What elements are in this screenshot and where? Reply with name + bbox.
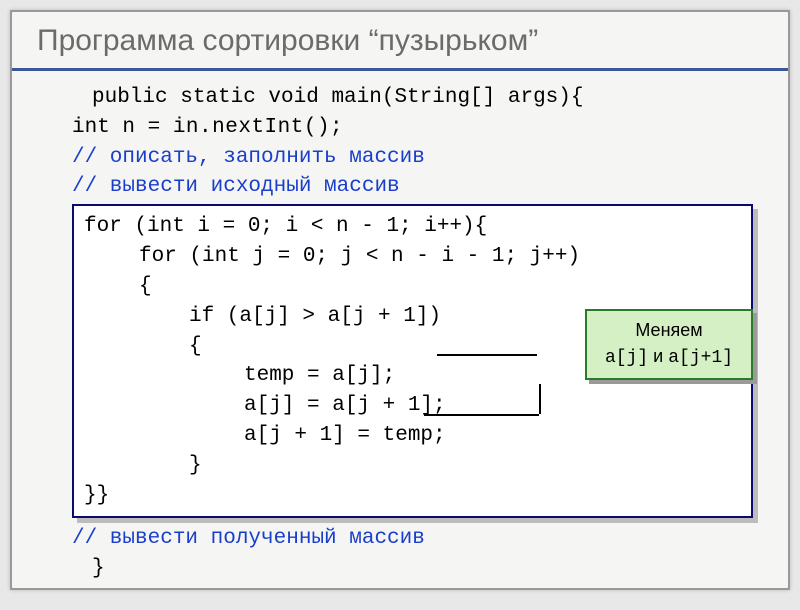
code-line: { — [84, 272, 741, 302]
highlighted-code-box: for (int i = 0; i < n - 1; i++){ for (in… — [72, 204, 753, 518]
slide-title: Программа сортировки “пузырьком” — [37, 24, 768, 58]
code-line: }} — [84, 481, 741, 511]
code-line: } — [84, 451, 741, 481]
callout-code: a[j+1] — [668, 348, 733, 368]
callout-pointer-line — [424, 414, 539, 416]
callout-line: a[j] и a[j+1] — [589, 344, 749, 372]
code-line: } — [42, 554, 768, 584]
code-line: a[j] = a[j + 1]; — [84, 391, 741, 421]
callout-code: a[j] — [605, 348, 648, 368]
code-text: int n = — [72, 116, 173, 139]
code-text: in.nextInt(); — [173, 116, 343, 139]
code-line: for (int i = 0; i < n - 1; i++){ — [84, 212, 741, 242]
code-line: public static void main(String[] args){ — [42, 83, 768, 113]
code-comment: // описать, заполнить массив — [42, 143, 768, 173]
title-bar: Программа сортировки “пузырьком” — [12, 12, 788, 71]
callout-line: Меняем — [589, 318, 749, 344]
content-area: public static void main(String[] args){ … — [12, 71, 788, 584]
callout-text: и — [648, 346, 668, 366]
code-line: a[j + 1] = temp; — [84, 421, 741, 451]
code-comment: // вывести полученный массив — [42, 524, 768, 554]
slide: Программа сортировки “пузырьком” public … — [10, 10, 790, 590]
code-line: int n = in.nextInt(); — [42, 113, 768, 143]
code-listing: public static void main(String[] args){ … — [42, 83, 768, 584]
code-comment: // вывести исходный массив — [42, 172, 768, 202]
code-line: for (int j = 0; j < n - i - 1; j++) — [84, 242, 741, 272]
swap-callout: Меняем a[j] и a[j+1] — [585, 309, 753, 380]
callout-pointer-line — [437, 354, 537, 356]
